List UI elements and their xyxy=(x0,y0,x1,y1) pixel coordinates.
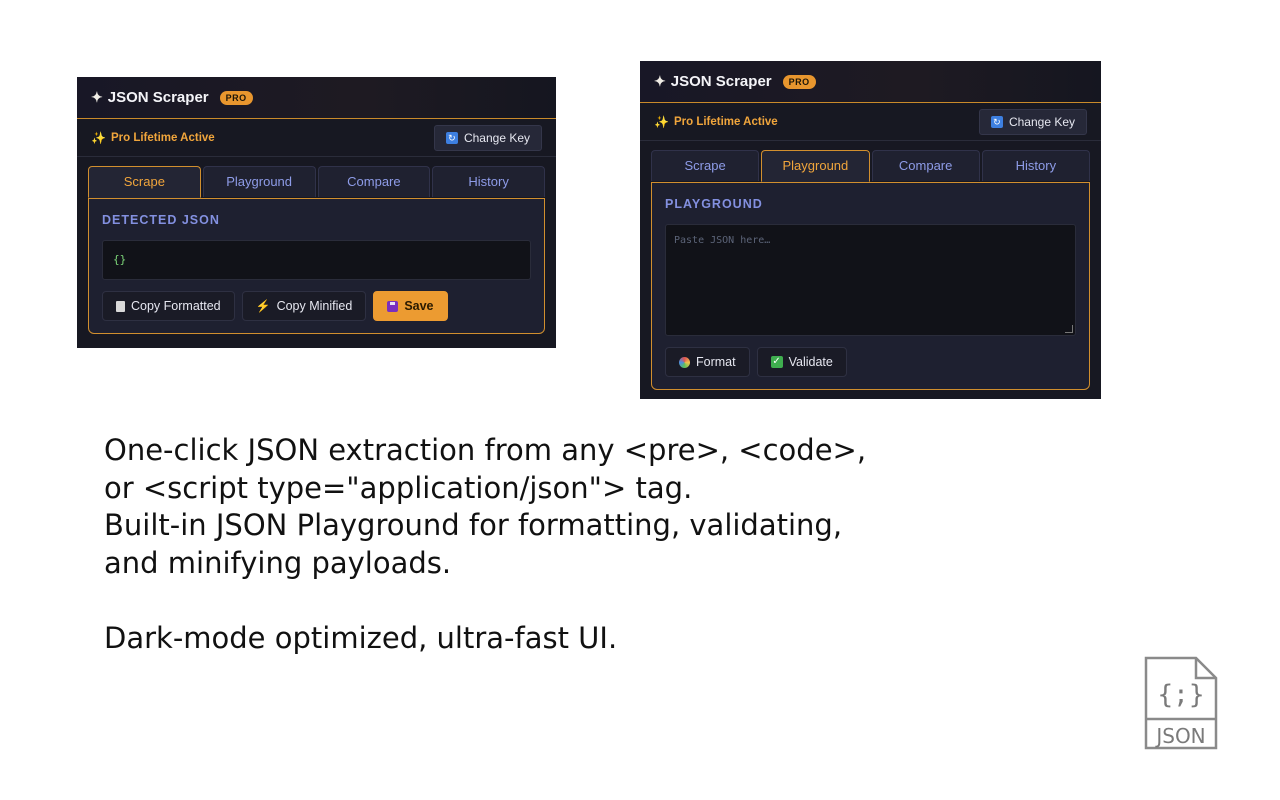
playground-panel-screenshot: ✦ JSON Scraper PRO ✨ Pro Lifetime Active… xyxy=(640,61,1101,399)
copy-formatted-label: Copy Formatted xyxy=(131,299,221,313)
license-status-text: Pro Lifetime Active xyxy=(110,131,215,144)
action-buttons: Format ✓ Validate xyxy=(665,347,1076,377)
json-label: JSON xyxy=(1154,724,1205,748)
tab-playground[interactable]: Playground xyxy=(761,150,870,182)
license-status: ✨ Pro Lifetime Active xyxy=(654,115,778,129)
description-line: Built-in JSON Playground for formatting,… xyxy=(104,508,843,542)
description-line: and minifying payloads. xyxy=(104,545,452,580)
tab-scrape[interactable]: Scrape xyxy=(88,166,201,198)
json-file-icon: {;} JSON xyxy=(1144,656,1218,750)
resize-handle[interactable] xyxy=(1065,325,1073,333)
license-status-row: ✨ Pro Lifetime Active ↻ Change Key xyxy=(640,103,1101,141)
tab-playground[interactable]: Playground xyxy=(202,166,316,197)
json-input-textarea[interactable]: Paste JSON here… xyxy=(665,224,1076,336)
checkmark-icon: ✓ xyxy=(770,356,783,368)
change-key-label: Change Key xyxy=(463,130,530,145)
format-label: Format xyxy=(696,355,736,369)
star-icon: ✦ xyxy=(654,73,666,89)
format-button[interactable]: Format xyxy=(665,347,750,377)
description-line: One-click JSON extraction from any <pre>… xyxy=(104,433,867,467)
tab-compare[interactable]: Compare xyxy=(871,150,980,181)
description-line: or <script type="application/json"> tag. xyxy=(104,470,693,505)
validate-button[interactable]: ✓ Validate xyxy=(756,347,847,377)
change-key-label: Change Key xyxy=(1008,114,1075,129)
lightning-icon: ⚡ xyxy=(255,299,271,313)
copy-minified-button[interactable]: ⚡ Copy Minified xyxy=(241,291,367,321)
section-label: DETECTED JSON xyxy=(102,213,220,227)
promo-stage: ✦ JSON Scraper PRO ✨ Pro Lifetime Active… xyxy=(0,0,1280,800)
textarea-placeholder: Paste JSON here… xyxy=(674,235,771,246)
copy-minified-label: Copy Minified xyxy=(276,299,353,313)
description-line: Dark-mode optimized, ultra-fast UI. xyxy=(104,620,618,655)
refresh-icon: ↻ xyxy=(445,131,458,144)
tab-scrape[interactable]: Scrape xyxy=(651,150,760,181)
license-status-text: Pro Lifetime Active xyxy=(673,115,778,128)
validate-label: Validate xyxy=(788,355,833,369)
pro-badge: PRO xyxy=(219,90,253,105)
sparkle-icon: ✨ xyxy=(91,130,106,145)
sparkle-icon: ✨ xyxy=(654,114,669,129)
palette-icon xyxy=(679,356,690,368)
tab-history[interactable]: History xyxy=(432,166,545,197)
brand: ✦ JSON Scraper PRO xyxy=(91,89,253,106)
feature-description: One-click JSON extraction from any <pre>… xyxy=(104,432,1004,657)
brand-title: JSON Scraper xyxy=(107,89,209,106)
panel-header: ✦ JSON Scraper PRO xyxy=(640,61,1101,103)
scrape-panel-screenshot: ✦ JSON Scraper PRO ✨ Pro Lifetime Active… xyxy=(77,77,556,348)
pro-badge: PRO xyxy=(782,74,816,89)
brand: ✦ JSON Scraper PRO xyxy=(654,73,816,90)
copy-formatted-button[interactable]: Copy Formatted xyxy=(102,291,235,321)
tab-bar: Scrape Playground Compare History xyxy=(77,166,556,198)
panel-header: ✦ JSON Scraper PRO xyxy=(77,77,556,119)
playground-tab-body: PLAYGROUND Paste JSON here… Format ✓ Val… xyxy=(651,182,1090,390)
tab-compare[interactable]: Compare xyxy=(317,166,431,197)
tab-bar: Scrape Playground Compare History xyxy=(640,150,1101,182)
braces-glyph: {;} xyxy=(1158,680,1205,710)
save-label: Save xyxy=(404,299,434,313)
license-status: ✨ Pro Lifetime Active xyxy=(91,131,215,145)
star-icon: ✦ xyxy=(91,89,103,105)
clipboard-icon xyxy=(116,300,125,312)
change-key-button[interactable]: ↻ Change Key xyxy=(978,108,1087,135)
save-button[interactable]: Save xyxy=(373,291,448,321)
change-key-button[interactable]: ↻ Change Key xyxy=(433,124,542,151)
detected-json-output: {} xyxy=(102,240,531,280)
floppy-disk-icon xyxy=(387,300,399,312)
license-status-row: ✨ Pro Lifetime Active ↻ Change Key xyxy=(77,119,556,157)
action-buttons: Copy Formatted ⚡ Copy Minified Save xyxy=(102,291,531,321)
refresh-icon: ↻ xyxy=(990,115,1003,128)
section-label: PLAYGROUND xyxy=(665,197,763,211)
scrape-tab-body: DETECTED JSON {} Copy Formatted ⚡ Copy M… xyxy=(88,198,545,334)
brand-title: JSON Scraper xyxy=(670,73,772,90)
tab-history[interactable]: History xyxy=(981,150,1090,181)
